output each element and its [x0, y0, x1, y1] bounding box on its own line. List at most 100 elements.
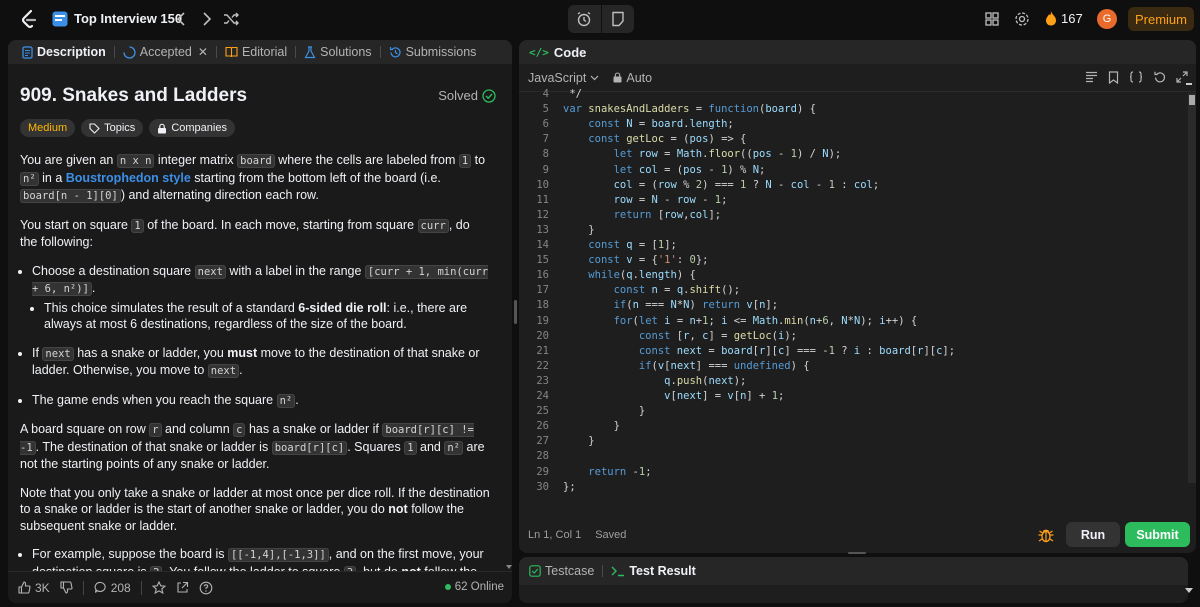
divider	[140, 580, 142, 595]
topics-chip[interactable]: Topics	[81, 119, 144, 137]
prev-problem-icon[interactable]	[174, 10, 188, 28]
code-line[interactable]: 27 }	[519, 434, 594, 448]
settings-gear-icon[interactable]	[1014, 11, 1030, 27]
code-line[interactable]: 9 let col = (pos - 1) % N;	[519, 163, 766, 177]
code-line[interactable]: 26 }	[519, 419, 620, 433]
code-text: const N = board.length;	[588, 118, 734, 131]
difficulty-badge: Medium	[20, 119, 76, 137]
page-scrollbar[interactable]	[1182, 83, 1196, 603]
code-line[interactable]: 7 const getLoc = (pos) => {	[519, 132, 747, 146]
list-item: This choice simulates the result of a st…	[44, 300, 490, 333]
code-text: return -1;	[588, 465, 652, 478]
problem-tags: Medium Topics Companies	[20, 119, 235, 137]
line-number: 29	[536, 465, 549, 478]
line-number: 25	[536, 405, 549, 418]
console-panel: Testcase Test Result	[519, 557, 1188, 603]
code-line[interactable]: 12 return [row,col];	[519, 208, 721, 222]
run-button[interactable]: Run	[1066, 522, 1120, 547]
code-line[interactable]: 6 const N = board.length;	[519, 117, 734, 131]
boustrophedon-link[interactable]: Boustrophedon style	[66, 171, 191, 185]
bookmark-icon[interactable]	[1108, 71, 1119, 84]
lock-icon	[613, 72, 622, 83]
help-button[interactable]	[199, 581, 213, 595]
companies-chip[interactable]: Companies	[149, 119, 235, 137]
code-editor[interactable]: 4 */ 5 var snakesAndLadders = function(boa…	[519, 88, 1188, 493]
braces-icon[interactable]	[1129, 71, 1143, 83]
tab-solutions[interactable]: Solutions	[296, 40, 379, 64]
close-tab-icon[interactable]: ✕	[198, 45, 208, 59]
line-number: 17	[536, 284, 549, 297]
page-title[interactable]: 909. Snakes and Ladders	[20, 85, 247, 107]
scroll-down-icon[interactable]	[506, 560, 512, 574]
favorite-button[interactable]	[151, 581, 166, 594]
code-line[interactable]: 29 return -1;	[519, 465, 651, 479]
code-line[interactable]: 15 const v = {'1': 0};	[519, 253, 708, 267]
line-number: 23	[536, 374, 549, 387]
code-line[interactable]: 14 const q = [1];	[519, 238, 677, 252]
code-text: const q = [1];	[588, 239, 677, 251]
code-line[interactable]: 23 q.push(next);	[519, 374, 746, 388]
code-line[interactable]: 4 */	[519, 87, 582, 101]
code-text: const [r, c] = getLoc(i);	[638, 329, 797, 342]
code-icon: </>	[529, 45, 549, 59]
code-text: let row = Math.floor((pos - 1) / N);	[613, 148, 842, 161]
code-line[interactable]: 17 const n = q.shift();	[519, 283, 740, 297]
shuffle-icon[interactable]	[222, 10, 240, 28]
code-line[interactable]: 11 row = N - row - 1;	[519, 193, 727, 207]
comments-button[interactable]: 208	[94, 581, 131, 595]
code-text: return [row,col];	[613, 208, 722, 221]
line-number: 22	[536, 359, 549, 372]
format-icon[interactable]	[1085, 71, 1098, 83]
streak-counter[interactable]: 167	[1045, 11, 1083, 26]
code-line[interactable]: 18 if(n === N*N) return v[n];	[519, 298, 778, 312]
code-line[interactable]: 25 }	[519, 404, 645, 418]
auto-mode-toggle[interactable]: Auto	[613, 71, 652, 85]
divider	[82, 580, 84, 595]
check-circle-icon	[482, 88, 496, 103]
code-line[interactable]: 5 var snakesAndLadders = function(board) …	[519, 102, 816, 116]
code-line[interactable]: 28	[519, 449, 549, 463]
code-text: const next = board[r][c] === -1 ? i : bo…	[638, 344, 956, 357]
layout-icon[interactable]	[984, 11, 1000, 27]
book-icon	[225, 46, 238, 58]
tab-test-result[interactable]: Test Result	[611, 564, 696, 578]
leetcode-logo-icon[interactable]	[18, 9, 40, 29]
dislike-button[interactable]	[60, 581, 73, 594]
code-line[interactable]: 10 col = (row % 2) === 1 ? N - col - 1 :…	[519, 178, 879, 192]
tab-description[interactable]: Description	[14, 40, 114, 64]
description-panel: Description Accepted ✕ Editorial Solutio…	[8, 40, 512, 603]
tab-editorial[interactable]: Editorial	[217, 40, 295, 64]
share-button[interactable]	[176, 581, 189, 594]
premium-button[interactable]: Premium	[1128, 7, 1194, 31]
line-number: 14	[536, 239, 549, 251]
code-line[interactable]: 24 v[next] = v[n] + 1;	[519, 389, 784, 403]
avatar[interactable]: G	[1097, 9, 1117, 29]
code-line[interactable]: 13 }	[519, 223, 594, 237]
code-line[interactable]: 21 const next = board[r][c] === -1 ? i :…	[519, 344, 955, 358]
code-line[interactable]: 22 if(v[next] === undefined) {	[519, 359, 809, 373]
code-line[interactable]: 20 const [r, c] = getLoc(i);	[519, 329, 797, 343]
debugger-bug-icon[interactable]	[1037, 526, 1055, 544]
reset-icon[interactable]	[1153, 71, 1166, 84]
submit-button[interactable]: Submit	[1125, 522, 1190, 547]
tab-testcase[interactable]: Testcase	[529, 564, 594, 578]
problem-list-title[interactable]: Top Interview 150	[74, 11, 182, 26]
study-plan-icon[interactable]	[52, 11, 68, 27]
panel-resize-handle[interactable]	[514, 300, 517, 324]
language-select[interactable]: JavaScript	[528, 71, 599, 85]
vertical-resize-handle[interactable]	[848, 552, 866, 554]
notes-icon[interactable]	[601, 5, 634, 33]
code-line[interactable]: 16 while(q.length) {	[519, 268, 695, 282]
alarm-clock-icon[interactable]	[568, 5, 601, 33]
code-text: }	[563, 435, 595, 448]
expand-icon[interactable]	[1176, 71, 1188, 83]
like-button[interactable]: 3K	[18, 581, 50, 595]
code-line[interactable]: 19 for(let i = n+1; i <= Math.min(n+6, N…	[519, 314, 917, 328]
accepted-icon	[123, 45, 136, 59]
tab-submissions[interactable]: Submissions	[381, 40, 485, 64]
next-problem-icon[interactable]	[200, 10, 214, 28]
thumbs-up-icon	[18, 581, 31, 594]
code-line[interactable]: 8 let row = Math.floor((pos - 1) / N);	[519, 147, 842, 161]
tab-accepted[interactable]: Accepted ✕	[115, 40, 216, 64]
code-line[interactable]: 30};	[519, 480, 575, 494]
